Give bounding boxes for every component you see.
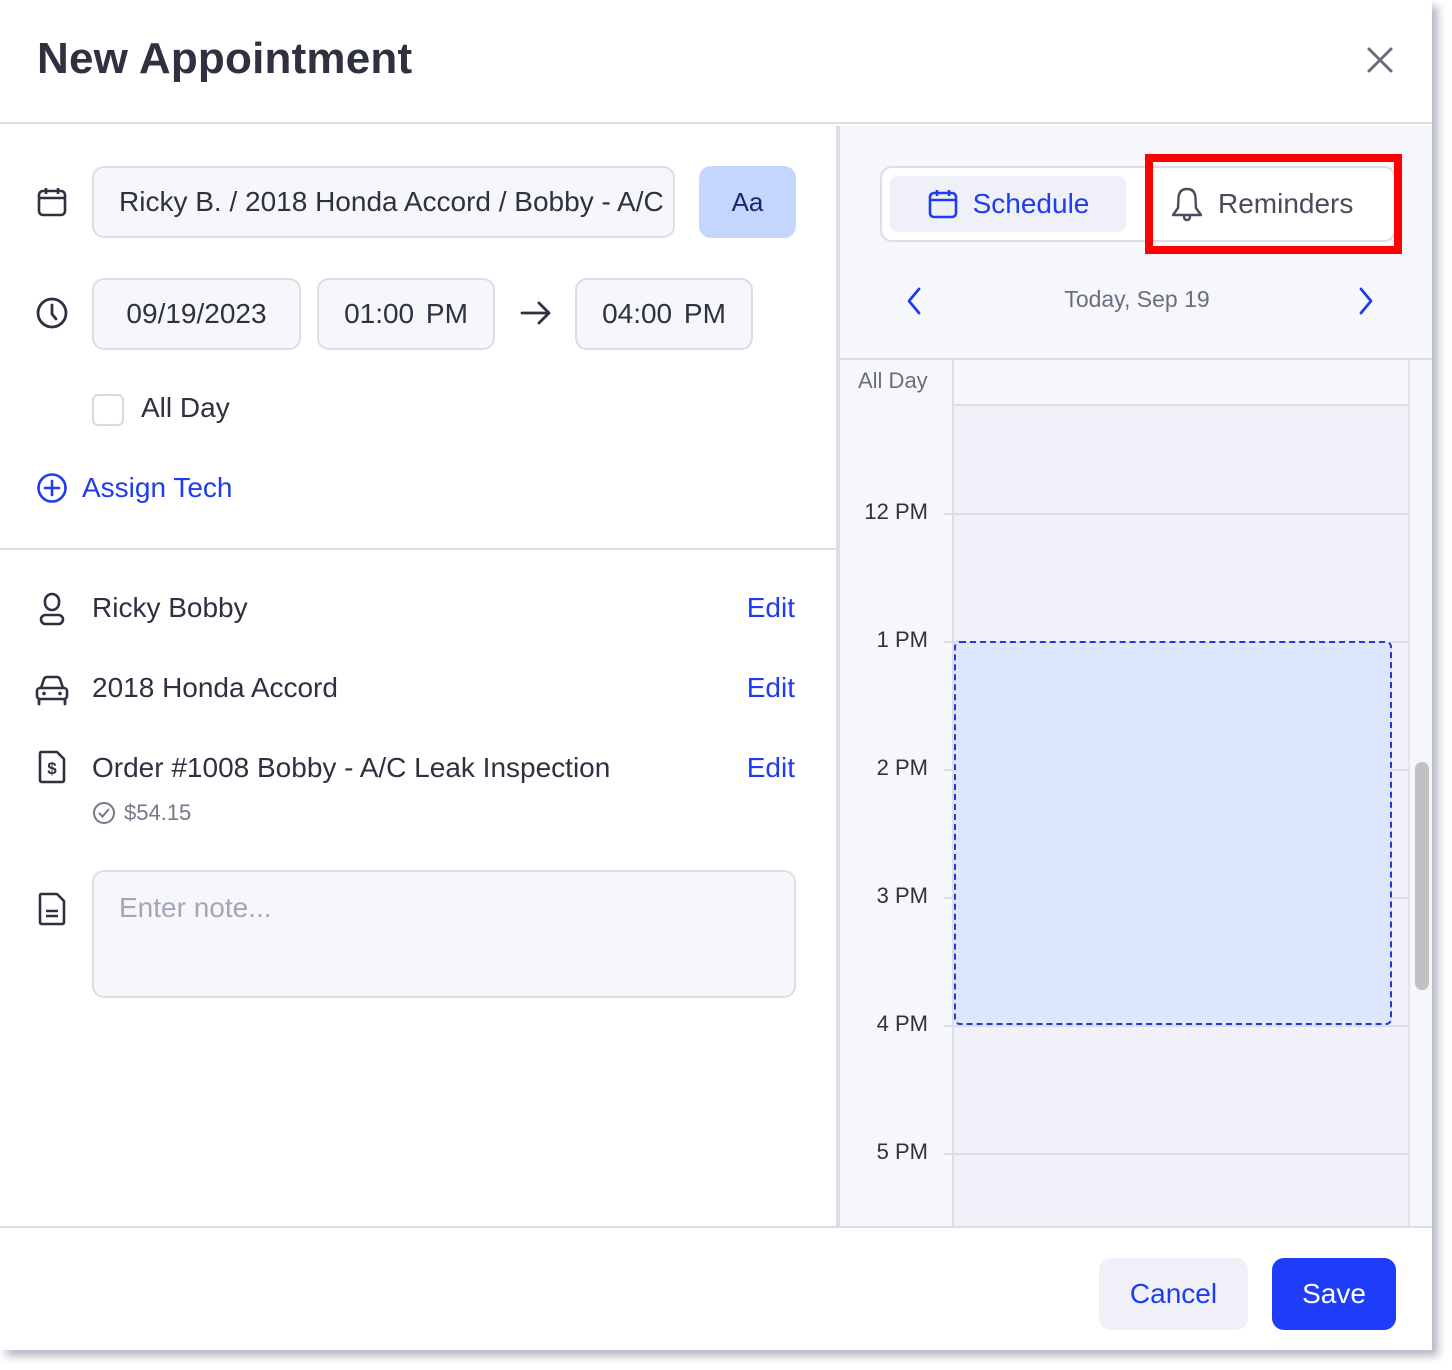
order-name: Order #1008 Bobby - A/C Leak Inspection bbox=[92, 752, 611, 783]
note-input[interactable] bbox=[92, 870, 796, 998]
car-icon bbox=[35, 675, 69, 706]
all-day-checkbox[interactable] bbox=[92, 394, 124, 426]
check-circle-icon bbox=[93, 802, 115, 824]
edit-vehicle-link[interactable]: Edit bbox=[747, 672, 795, 704]
close-icon[interactable] bbox=[1362, 42, 1398, 78]
selected-appointment-block[interactable] bbox=[954, 641, 1392, 1025]
grid-top-border bbox=[840, 358, 1432, 360]
modal-header: New Appointment bbox=[0, 0, 1432, 124]
all-day-row-border bbox=[952, 404, 1408, 406]
arrow-right-icon bbox=[520, 301, 551, 325]
section-divider bbox=[0, 548, 836, 550]
hour-label: 1 PM bbox=[876, 627, 928, 652]
customer-name: Ricky Bobby bbox=[92, 592, 248, 623]
hour-label: 12 PM bbox=[864, 499, 928, 524]
appointment-title-input[interactable]: Ricky B. / 2018 Honda Accord / Bobby - A… bbox=[92, 166, 675, 238]
appointment-title-value: Ricky B. / 2018 Honda Accord / Bobby - A… bbox=[119, 186, 673, 217]
start-time-value: 01:00 PM bbox=[344, 298, 468, 329]
clock-icon bbox=[36, 297, 68, 329]
assign-tech-button[interactable]: Assign Tech bbox=[36, 472, 232, 504]
modal-title: New Appointment bbox=[37, 34, 413, 83]
hour-label: 4 PM bbox=[876, 1011, 928, 1036]
current-day-label: Today, Sep 19 bbox=[1064, 286, 1210, 312]
hour-gridline bbox=[944, 513, 1408, 515]
start-time-input[interactable]: 01:00 PM bbox=[317, 278, 495, 350]
plus-circle-icon bbox=[37, 473, 67, 503]
invoice-icon: $ bbox=[38, 750, 66, 784]
new-appointment-modal: New Appointment Ricky B. / 2018 Honda Ac… bbox=[0, 0, 1432, 1350]
save-button[interactable]: Save bbox=[1272, 1258, 1396, 1330]
calendar-scrollbar[interactable] bbox=[1415, 762, 1429, 990]
order-price: $54.15 bbox=[92, 800, 191, 826]
date-value: 09/19/2023 bbox=[126, 298, 267, 329]
tab-schedule[interactable]: Schedule bbox=[890, 176, 1126, 232]
hour-label: 3 PM bbox=[876, 883, 928, 908]
hour-gridline bbox=[944, 1153, 1408, 1155]
edit-customer-link[interactable]: Edit bbox=[747, 592, 795, 624]
order-price-value: $54.15 bbox=[124, 800, 192, 825]
svg-text:$: $ bbox=[47, 759, 57, 778]
tab-schedule-label: Schedule bbox=[972, 188, 1090, 219]
vehicle-name: 2018 Honda Accord bbox=[92, 672, 338, 703]
tab-reminders[interactable]: Reminders bbox=[1170, 176, 1390, 232]
cancel-button[interactable]: Cancel bbox=[1099, 1258, 1248, 1330]
hour-gridline bbox=[944, 1025, 1408, 1027]
date-input[interactable]: 09/19/2023 bbox=[92, 278, 301, 350]
appointment-form: Ricky B. / 2018 Honda Accord / Bobby - A… bbox=[0, 126, 836, 1226]
tab-reminders-label: Reminders bbox=[1218, 188, 1354, 219]
modal-footer: Cancel Save bbox=[0, 1226, 1432, 1350]
end-time-input[interactable]: 04:00 PM bbox=[575, 278, 753, 350]
text-format-button[interactable]: Aa bbox=[699, 166, 796, 238]
hour-label: 2 PM bbox=[876, 755, 928, 780]
grid-right-border bbox=[1408, 360, 1410, 1226]
calendar-icon bbox=[928, 190, 957, 219]
edit-order-link[interactable]: Edit bbox=[747, 752, 795, 784]
end-time-value: 04:00 PM bbox=[602, 298, 726, 329]
calendar-icon bbox=[37, 188, 67, 217]
person-icon bbox=[39, 592, 65, 626]
schedule-panel: Schedule Reminders Today, Sep 19 All Day… bbox=[838, 126, 1432, 1226]
hour-label: 5 PM bbox=[876, 1139, 928, 1164]
all-day-row-label: All Day bbox=[858, 368, 928, 393]
assign-tech-label: Assign Tech bbox=[82, 472, 233, 503]
panel-tab-toggle: Schedule Reminders bbox=[880, 166, 1396, 242]
chevron-right-icon[interactable] bbox=[1352, 286, 1378, 316]
bell-icon bbox=[1171, 187, 1203, 222]
note-icon bbox=[38, 892, 66, 926]
all-day-label: All Day bbox=[141, 392, 230, 423]
